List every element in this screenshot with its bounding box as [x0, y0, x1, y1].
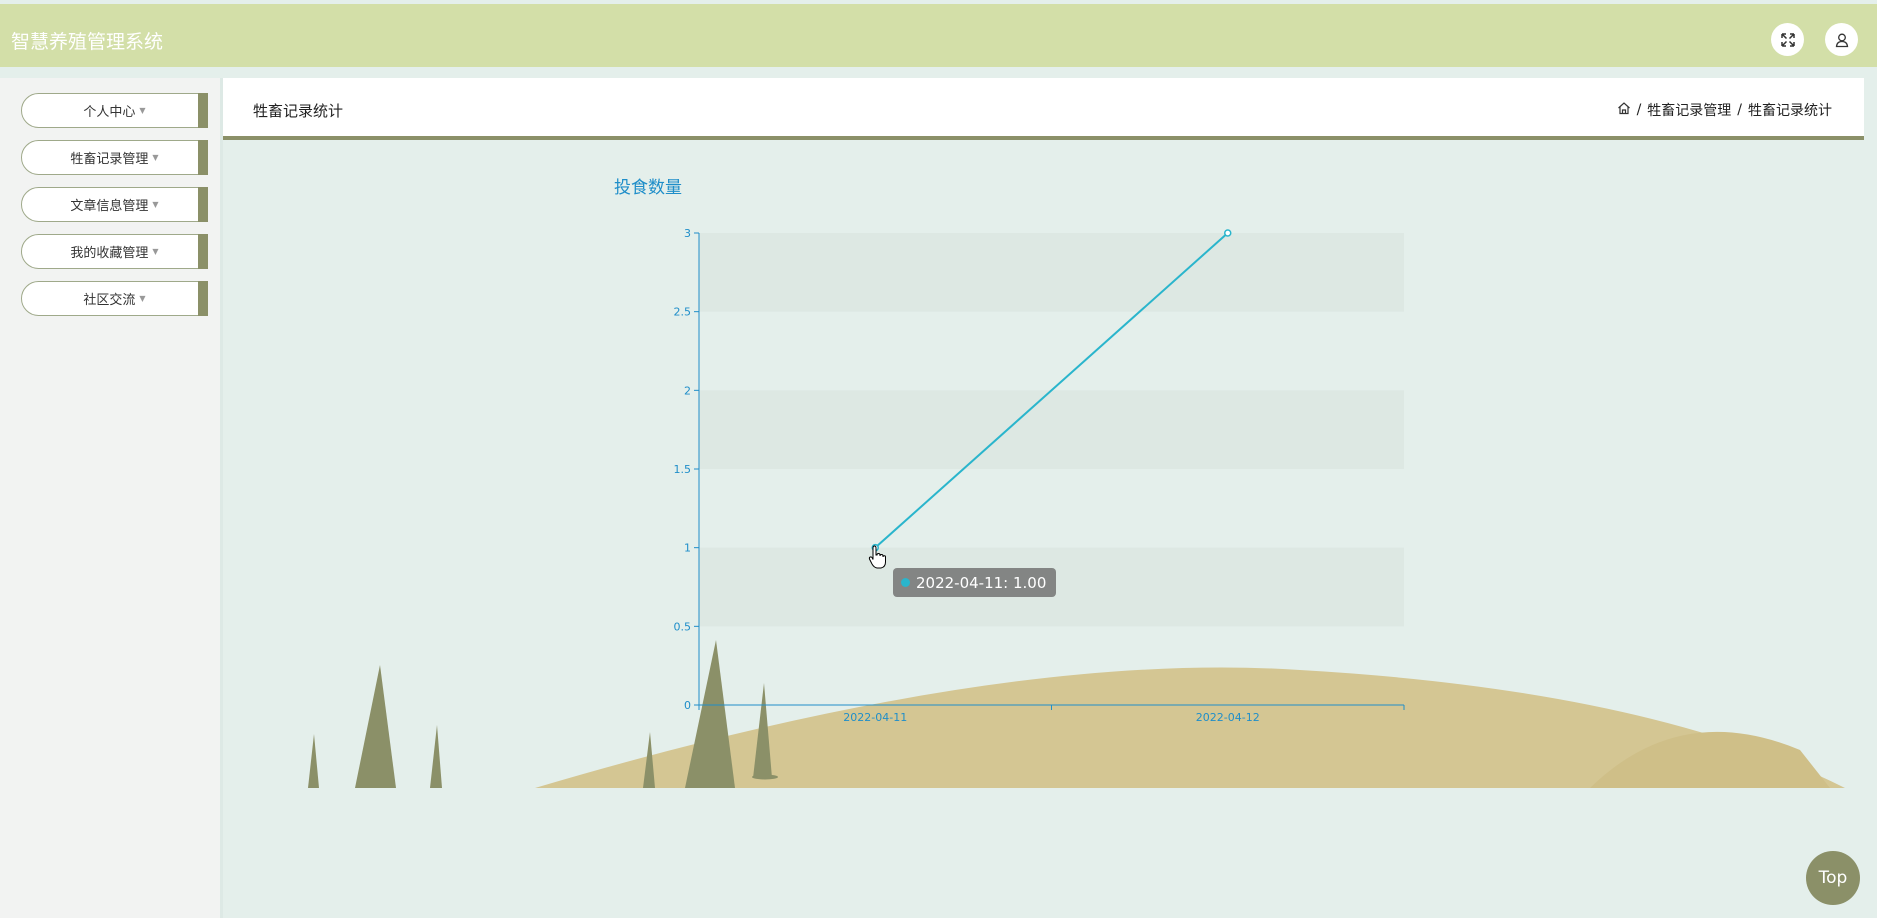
grid-band [699, 469, 1404, 548]
chart-tooltip: 2022-04-11: 1.00 [893, 568, 1057, 597]
y-tick-label: 2 [684, 384, 691, 397]
chart-area: 投食数量 0 0.5 1 1.5 2 2.5 3 2022-04-11 2022-04-12 [308, 178, 1845, 788]
y-tick-label: 0.5 [674, 620, 692, 633]
y-tick-label: 3 [684, 227, 691, 240]
tooltip-series-marker [901, 578, 910, 587]
x-tick-label: 2022-04-12 [1196, 711, 1260, 724]
x-tick-label: 2022-04-11 [843, 711, 907, 724]
chart-grid [699, 233, 1404, 705]
tooltip-text: 2022-04-11: 1.00 [916, 573, 1047, 592]
y-tick-label: 2.5 [674, 306, 692, 319]
chart-title: 投食数量 [614, 178, 682, 198]
grid-band [699, 390, 1404, 469]
grid-band [699, 312, 1404, 391]
y-tick-label: 1.5 [674, 463, 692, 476]
data-point [1224, 229, 1232, 237]
back-to-top-label: Top [1818, 868, 1848, 888]
grid-band [699, 626, 1404, 705]
grid-band [699, 233, 1404, 312]
y-tick-label: 0 [684, 699, 691, 712]
y-tick-label: 1 [684, 542, 691, 555]
y-axis: 0 0.5 1 1.5 2 2.5 3 [674, 227, 700, 712]
back-to-top-button[interactable]: Top [1806, 851, 1860, 905]
